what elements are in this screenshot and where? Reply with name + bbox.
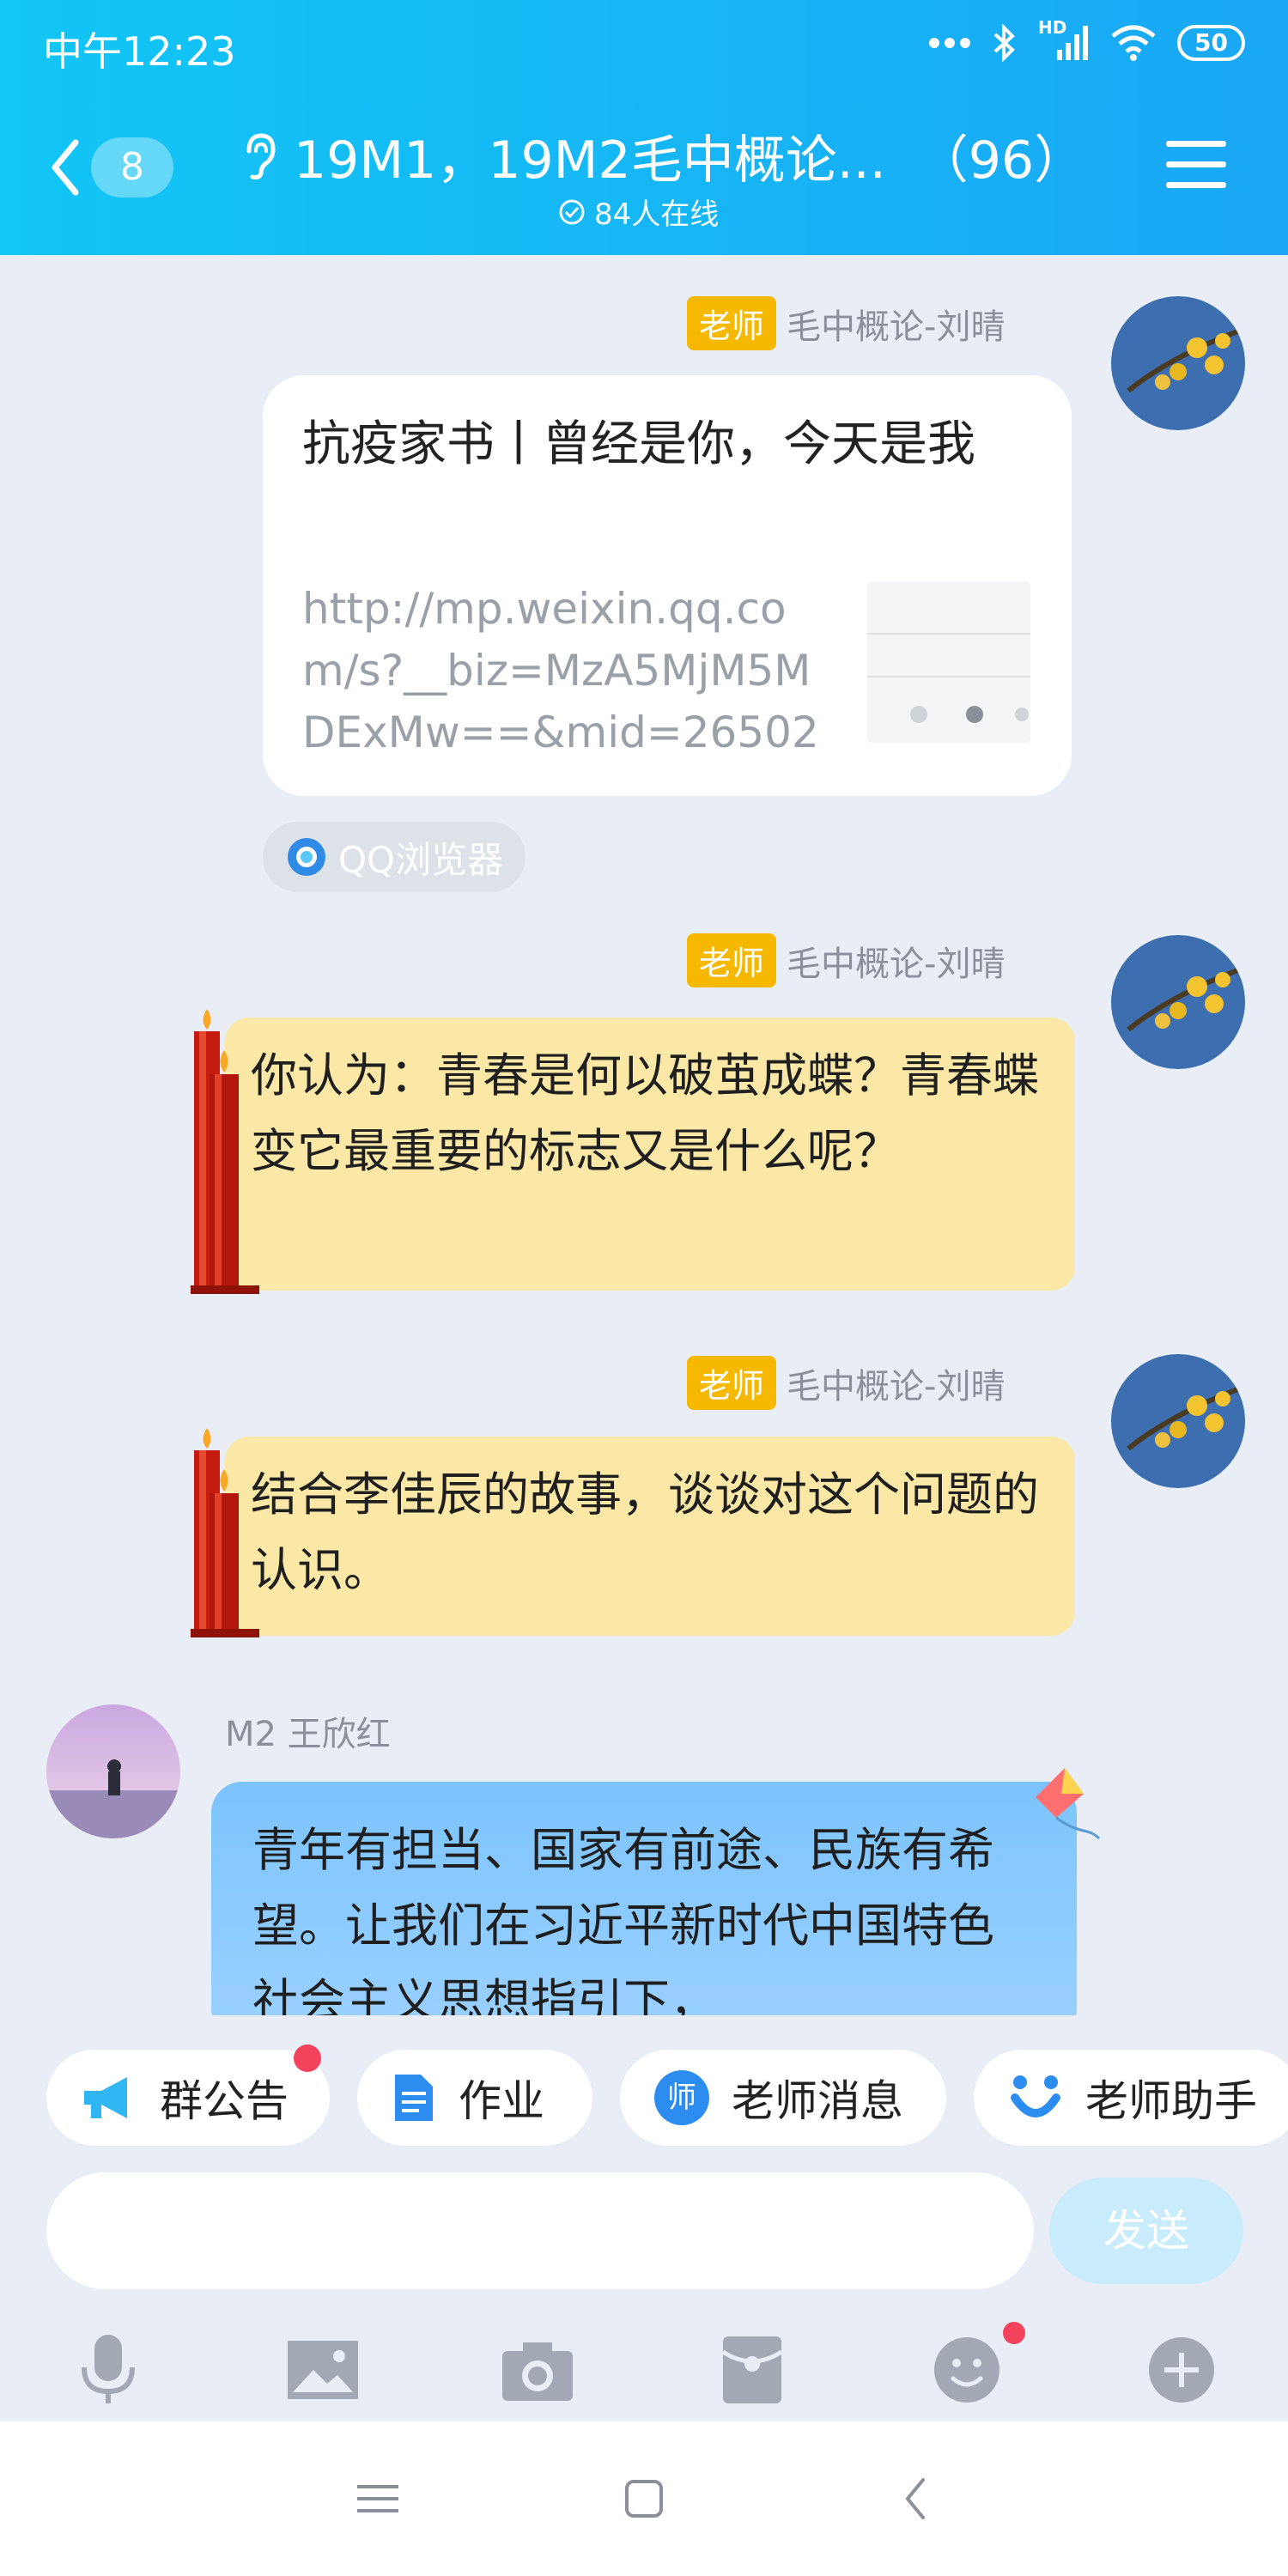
online-count: 84人在线 bbox=[594, 197, 720, 232]
document-icon bbox=[395, 2075, 433, 2121]
teacher-helper-button[interactable]: 老师助手 bbox=[974, 2050, 1288, 2146]
network-type: HD bbox=[1038, 17, 1067, 38]
avatar[interactable] bbox=[1111, 1354, 1245, 1488]
status-icons: HD 50 bbox=[928, 17, 1245, 62]
status-time: 中午12:23 bbox=[43, 28, 236, 75]
teacher-message-label: 老师消息 bbox=[732, 2076, 903, 2126]
link-url: http://mp.weixin.qq.com/s?__biz=MzA5MjM5… bbox=[302, 584, 819, 757]
camera-icon bbox=[502, 2342, 573, 2401]
message-bubble[interactable]: 青年有担当、国家有前途、民族有希望。让我们在习近平新时代中国特色社会主义思想指引… bbox=[211, 1782, 1077, 2015]
battery-indicator: 50 bbox=[1177, 25, 1245, 61]
announcement-button[interactable]: 群公告 bbox=[46, 2044, 330, 2146]
image-icon bbox=[288, 2341, 358, 2399]
message-text: 结合李佳辰的故事，谈谈对这个问题的认识。 bbox=[251, 1467, 1039, 1597]
menu-button[interactable] bbox=[1166, 139, 1226, 194]
homework-label: 作业 bbox=[459, 2076, 544, 2126]
system-navigation-bar bbox=[0, 2421, 1288, 2576]
homework-button[interactable]: 作业 bbox=[357, 2050, 592, 2146]
avatar[interactable] bbox=[46, 1704, 180, 1838]
sender-name: M2 王欣红 bbox=[225, 1715, 391, 1754]
chevron-left-icon bbox=[52, 139, 79, 196]
camera-button[interactable] bbox=[495, 2327, 580, 2413]
message-bubble[interactable]: 你认为：青春是何以破茧成蝶？青春蝶变它最重要的标志又是什么呢？ bbox=[225, 1018, 1075, 1291]
recent-apps-button[interactable] bbox=[343, 2464, 412, 2533]
link-thumbnail bbox=[867, 581, 1030, 743]
red-packet-icon bbox=[721, 2336, 783, 2403]
more-dots-icon bbox=[929, 38, 971, 48]
teacher-chat-icon: 师 bbox=[654, 2070, 709, 2125]
notification-dot bbox=[294, 2044, 321, 2072]
teacher-tag: 老师 bbox=[687, 933, 777, 987]
link-card[interactable]: 抗疫家书丨曾经是你，今天是我 http://mp.weixin.qq.com/s… bbox=[263, 375, 1072, 796]
bluetooth-icon bbox=[993, 24, 1015, 62]
announcement-label: 群公告 bbox=[160, 2076, 289, 2126]
sender-label: M2 王欣红 bbox=[225, 1706, 391, 1756]
home-button[interactable] bbox=[610, 2464, 678, 2533]
online-status: 84人在线 bbox=[558, 191, 719, 233]
message-bubble[interactable]: 结合李佳辰的故事，谈谈对这个问题的认识。 bbox=[225, 1437, 1075, 1636]
qq-browser-icon bbox=[288, 838, 325, 876]
status-bar: 中午12:23 HD 50 bbox=[0, 0, 1288, 94]
message-text: 青年有担当、国家有前途、民族有希望。让我们在习近平新时代中国特色社会主义思想指引… bbox=[252, 1823, 994, 2015]
check-circle-icon bbox=[559, 199, 585, 224]
teacher-helper-label: 老师助手 bbox=[1085, 2076, 1257, 2126]
source-app-name: QQ浏览器 bbox=[338, 838, 504, 881]
kite-decoration-icon bbox=[1036, 1768, 1101, 1840]
sender-name: 毛中概论-刘晴 bbox=[787, 307, 1005, 347]
send-button[interactable]: 发送 bbox=[1049, 2178, 1243, 2284]
emoji-button[interactable] bbox=[924, 2322, 1025, 2413]
link-title: 抗疫家书丨曾经是你，今天是我 bbox=[302, 416, 975, 472]
microphone-icon bbox=[82, 2335, 135, 2403]
sender-name: 毛中概论-刘晴 bbox=[787, 1366, 1005, 1406]
back-button[interactable]: 8 bbox=[48, 137, 173, 197]
teacher-tag: 老师 bbox=[687, 296, 777, 350]
notification-dot bbox=[1003, 2322, 1025, 2344]
group-title-row[interactable]: 19M1，19M2毛中概论... （96） bbox=[240, 118, 1085, 193]
teacher-tag: 老师 bbox=[687, 1356, 777, 1410]
teacher-message-button[interactable]: 师 老师消息 bbox=[620, 2050, 946, 2146]
wifi-icon bbox=[1111, 25, 1156, 61]
plus-circle-icon bbox=[1149, 2337, 1214, 2403]
quick-action-bar: 群公告 作业 师 老师消息 老师助手 bbox=[0, 2015, 1288, 2146]
avatar[interactable] bbox=[1111, 296, 1245, 430]
red-packet-button[interactable] bbox=[709, 2327, 795, 2413]
megaphone-icon bbox=[84, 2077, 127, 2118]
hamburger-icon bbox=[1166, 141, 1226, 188]
menu-lines-icon bbox=[357, 2485, 398, 2512]
square-icon bbox=[625, 2480, 663, 2518]
candle-decoration-icon bbox=[191, 1428, 259, 1637]
system-back-button[interactable] bbox=[881, 2464, 950, 2533]
sender-name: 毛中概论-刘晴 bbox=[787, 944, 1005, 984]
more-button[interactable] bbox=[1139, 2327, 1224, 2413]
sender-label: 老师 毛中概论-刘晴 bbox=[687, 296, 1005, 350]
input-toolbar bbox=[0, 2310, 1288, 2421]
chat-header: 中午12:23 HD 50 8 19M1，19M2毛中概论... （96） 84… bbox=[0, 0, 1288, 255]
chevron-left-icon bbox=[905, 2478, 925, 2519]
unread-count-badge: 8 bbox=[91, 137, 173, 197]
signal-icon: HD bbox=[1038, 17, 1090, 62]
group-title: 19M1，19M2毛中概论... bbox=[294, 131, 886, 191]
chat-area[interactable]: 老师 毛中概论-刘晴 抗疫家书丨曾经是你，今天是我 http://mp.weix… bbox=[0, 255, 1288, 2015]
voice-button[interactable] bbox=[65, 2327, 151, 2413]
member-count: （96） bbox=[916, 131, 1086, 191]
image-button[interactable] bbox=[280, 2327, 366, 2413]
avatar[interactable] bbox=[1111, 935, 1245, 1069]
emoji-icon bbox=[934, 2337, 999, 2403]
sender-label: 老师 毛中概论-刘晴 bbox=[687, 933, 1005, 987]
message-text: 你认为：青春是何以破茧成蝶？青春蝶变它最重要的标志又是什么呢？ bbox=[251, 1048, 1039, 1178]
smile-helper-icon bbox=[1011, 2075, 1060, 2117]
message-input[interactable] bbox=[46, 2172, 1034, 2289]
sender-label: 老师 毛中概论-刘晴 bbox=[687, 1356, 1005, 1410]
source-app-label[interactable]: QQ浏览器 bbox=[263, 822, 526, 892]
ear-icon bbox=[246, 132, 276, 179]
nav-row: 8 19M1，19M2毛中概论... （96） 84人在线 bbox=[0, 112, 1288, 240]
candle-decoration-icon bbox=[191, 1009, 259, 1294]
